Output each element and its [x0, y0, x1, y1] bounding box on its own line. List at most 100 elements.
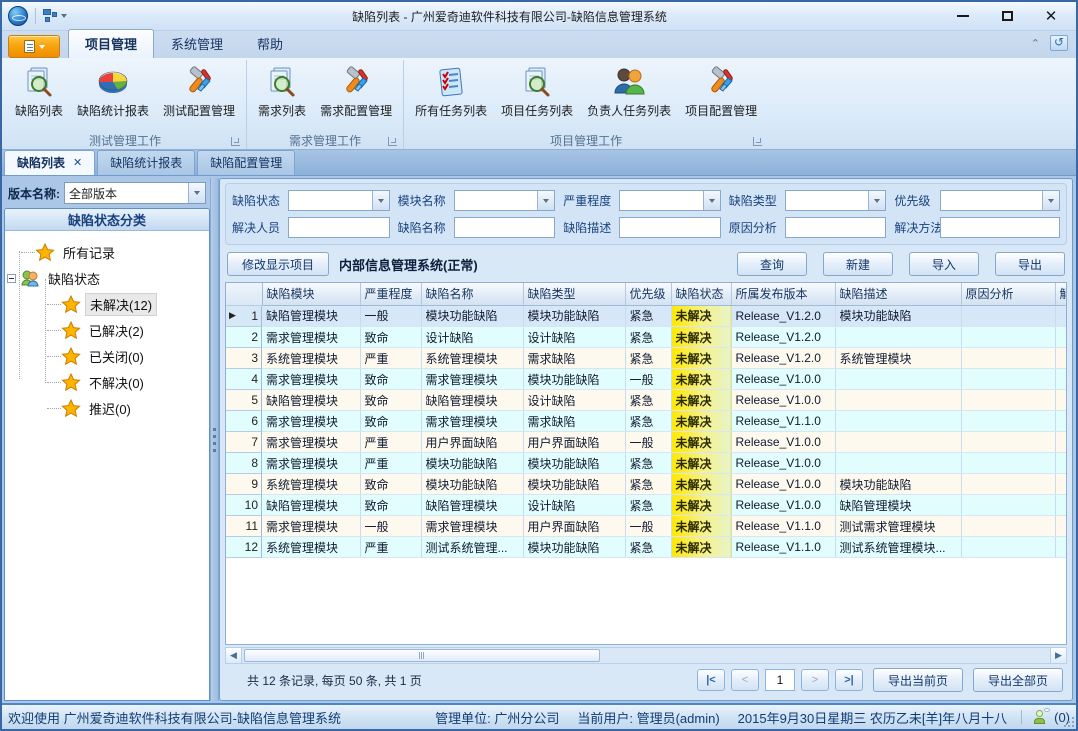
defect-name-input[interactable]: [455, 218, 555, 237]
table-cell[interactable]: 未解决: [671, 495, 731, 516]
table-cell[interactable]: 未解决: [671, 327, 731, 348]
row-header[interactable]: 11: [226, 516, 262, 537]
doc-tab-defect-config[interactable]: 缺陷配置管理: [197, 150, 295, 175]
tree-item-postponed[interactable]: 推迟(0): [7, 395, 207, 421]
table-cell[interactable]: 一般: [360, 305, 421, 327]
resolver-input[interactable]: [289, 218, 389, 237]
table-cell[interactable]: 模块功能缺陷: [523, 453, 625, 474]
table-cell[interactable]: 紧急: [625, 348, 671, 369]
row-header[interactable]: 6: [226, 411, 262, 432]
table-cell[interactable]: Release_V1.2.0: [731, 327, 835, 348]
table-cell[interactable]: 测试系统管理模块...: [835, 537, 961, 558]
table-cell[interactable]: 模块功能缺陷: [421, 305, 523, 327]
row-header[interactable]: 12: [226, 537, 262, 558]
solution-input[interactable]: [941, 218, 1059, 237]
table-cell[interactable]: 缺陷管理模块: [262, 390, 360, 411]
table-cell[interactable]: 需求管理模块: [262, 516, 360, 537]
table-cell[interactable]: [835, 369, 961, 390]
table-cell[interactable]: 缺陷管理模块: [262, 305, 360, 327]
priority-select[interactable]: [940, 190, 1060, 211]
table-cell[interactable]: 设计缺陷: [523, 327, 625, 348]
messages-icon[interactable]: [1034, 710, 1050, 724]
table-cell[interactable]: 致命: [360, 327, 421, 348]
column-header[interactable]: 缺陷类型: [523, 283, 625, 305]
table-cell[interactable]: Release_V1.1.0: [731, 516, 835, 537]
doc-tab-defect-list[interactable]: 缺陷列表 ✕: [4, 150, 95, 175]
column-header[interactable]: 缺陷模块: [262, 283, 360, 305]
cause-analysis-field[interactable]: [785, 217, 887, 238]
table-cell[interactable]: 用户界面缺陷: [523, 516, 625, 537]
table-cell[interactable]: 一般: [360, 516, 421, 537]
table-cell[interactable]: [1055, 432, 1067, 453]
export-current-page-button[interactable]: 导出当前页: [873, 668, 963, 692]
minimize-button[interactable]: [952, 6, 974, 26]
dropdown-button[interactable]: [868, 191, 885, 210]
row-header[interactable]: ▶1: [226, 306, 262, 327]
table-cell[interactable]: 未解决: [671, 516, 731, 537]
table-cell[interactable]: 需求管理模块: [262, 411, 360, 432]
solution-field[interactable]: [940, 217, 1060, 238]
table-cell[interactable]: 测试系统管理...: [421, 537, 523, 558]
table-cell[interactable]: [961, 348, 1055, 369]
tree-item-defect-status[interactable]: 缺陷状态: [7, 265, 207, 291]
row-header[interactable]: 3: [226, 348, 262, 369]
table-cell[interactable]: 需求管理模块: [262, 432, 360, 453]
table-cell[interactable]: [961, 537, 1055, 558]
maximize-button[interactable]: [996, 6, 1018, 26]
table-cell[interactable]: [961, 474, 1055, 495]
table-cell[interactable]: Release_V1.0.0: [731, 474, 835, 495]
defect-status-select[interactable]: [288, 190, 390, 211]
severity-input[interactable]: [620, 191, 703, 210]
table-cell[interactable]: [961, 516, 1055, 537]
first-page-button[interactable]: |<: [697, 669, 725, 691]
scrollbar-track[interactable]: [242, 648, 1050, 663]
table-cell[interactable]: 测试需求管理模块: [835, 516, 961, 537]
close-button[interactable]: ✕: [1040, 6, 1062, 26]
ribbon-item-defect-list[interactable]: 缺陷列表: [8, 62, 70, 122]
table-cell[interactable]: 系统管理模块: [262, 537, 360, 558]
cause-analysis-input[interactable]: [786, 218, 886, 237]
defect-type-select[interactable]: [785, 190, 887, 211]
table-cell[interactable]: 需求管理模块: [421, 516, 523, 537]
ribbon-tab-system[interactable]: 系统管理: [154, 29, 240, 58]
query-button[interactable]: 查询: [737, 252, 807, 276]
close-tab-icon[interactable]: ✕: [73, 156, 82, 169]
dropdown-button[interactable]: [372, 191, 389, 210]
table-cell[interactable]: 缺陷管理模块: [262, 495, 360, 516]
table-cell[interactable]: 一般: [625, 516, 671, 537]
dialog-launcher-icon[interactable]: [753, 137, 762, 146]
table-cell[interactable]: 严重: [360, 453, 421, 474]
table-cell[interactable]: [961, 305, 1055, 327]
table-cell[interactable]: 需求管理模块: [262, 327, 360, 348]
table-cell[interactable]: 缺陷管理模块: [835, 495, 961, 516]
table-cell[interactable]: [1055, 390, 1067, 411]
export-all-pages-button[interactable]: 导出全部页: [973, 668, 1063, 692]
new-button[interactable]: 新建: [823, 252, 893, 276]
table-cell[interactable]: Release_V1.1.0: [731, 537, 835, 558]
table-cell[interactable]: [961, 327, 1055, 348]
table-cell[interactable]: [835, 453, 961, 474]
ribbon-item-defect-report[interactable]: 缺陷统计报表: [70, 62, 156, 122]
defect-type-input[interactable]: [786, 191, 869, 210]
row-header[interactable]: 9: [226, 474, 262, 495]
table-cell[interactable]: 紧急: [625, 474, 671, 495]
table-cell[interactable]: 未解决: [671, 348, 731, 369]
severity-select[interactable]: [619, 190, 721, 211]
table-cell[interactable]: 未解决: [671, 390, 731, 411]
prev-page-button[interactable]: <: [731, 669, 759, 691]
table-cell[interactable]: 设计缺陷: [523, 495, 625, 516]
table-cell[interactable]: [835, 411, 961, 432]
table-cell[interactable]: 缺陷管理模块: [421, 390, 523, 411]
table-cell[interactable]: Release_V1.0.0: [731, 453, 835, 474]
table-cell[interactable]: 致命: [360, 369, 421, 390]
table-row[interactable]: 6需求管理模块致命需求管理模块需求缺陷紧急未解决Release_V1.1.0: [226, 411, 1067, 432]
ribbon-tab-project[interactable]: 项目管理: [68, 29, 154, 58]
version-select[interactable]: 全部版本: [64, 182, 206, 204]
table-cell[interactable]: [961, 411, 1055, 432]
tree-item-wont-fix[interactable]: 不解决(0): [7, 369, 207, 395]
table-cell[interactable]: [1055, 516, 1067, 537]
column-header[interactable]: 原因分析: [961, 283, 1055, 305]
table-cell[interactable]: 用户界面缺陷: [421, 432, 523, 453]
table-cell[interactable]: [961, 432, 1055, 453]
scroll-right-icon[interactable]: ▶: [1050, 648, 1066, 663]
